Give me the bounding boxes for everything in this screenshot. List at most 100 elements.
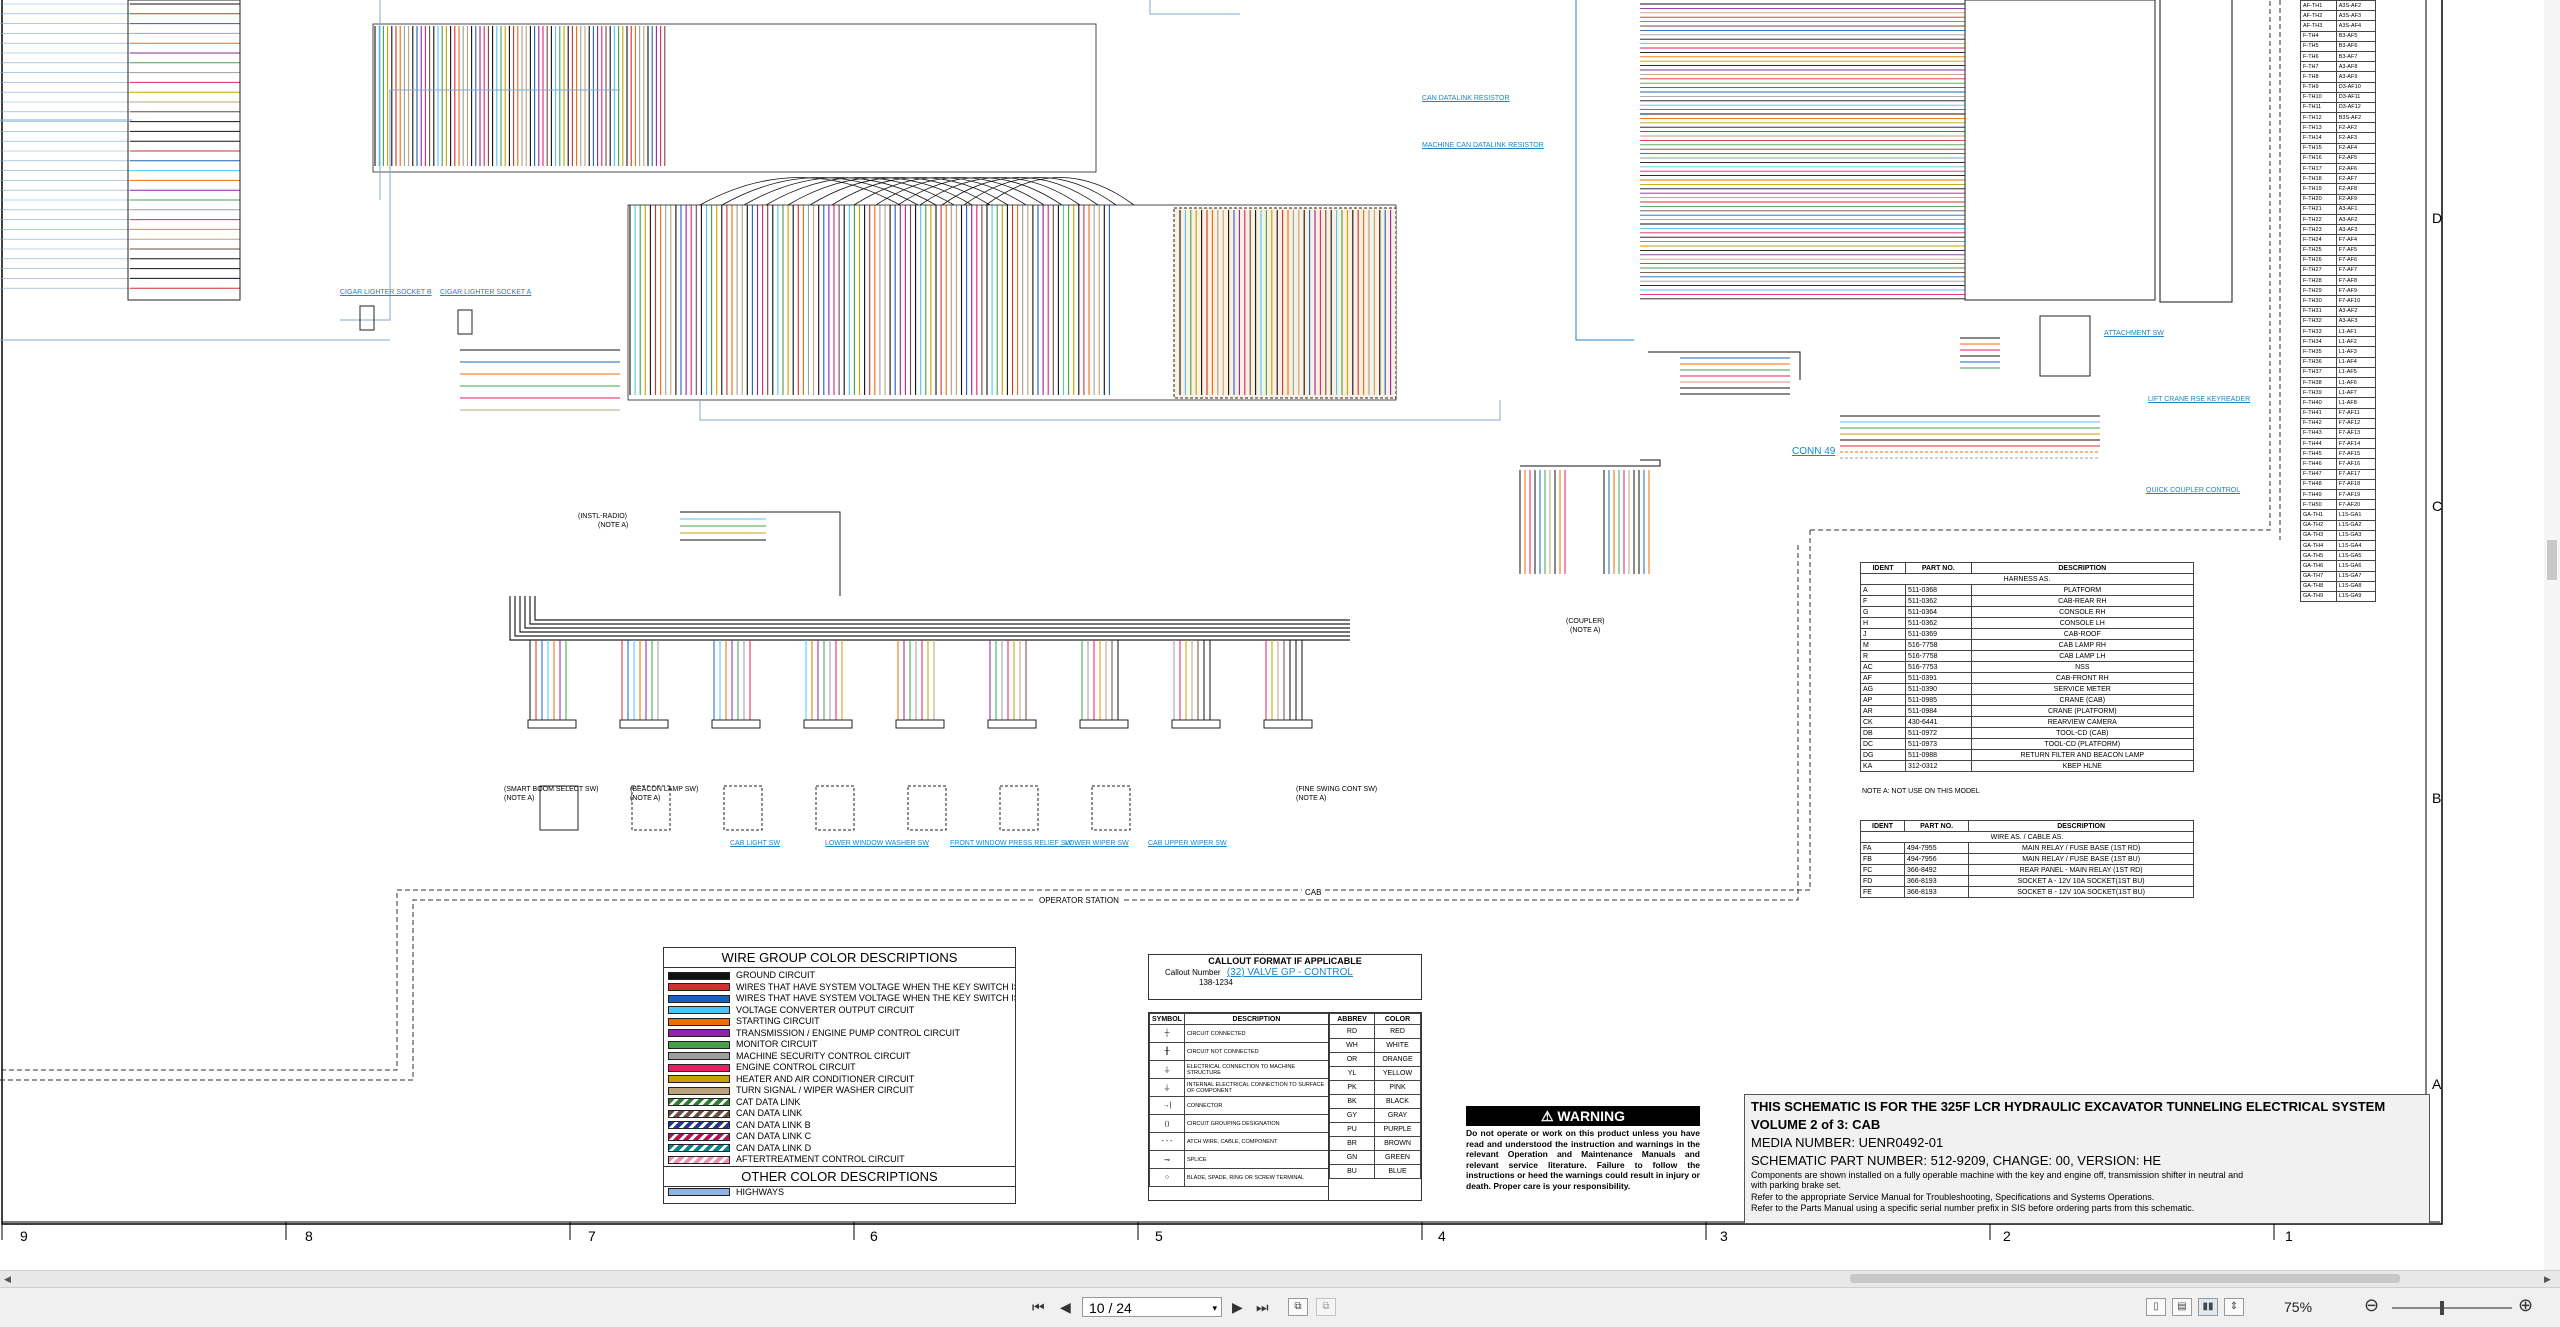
color-name: YELLOW [1373,1066,1422,1081]
zoom-in-button[interactable]: ⊕ [2518,1295,2533,1315]
symbol-row: ⏚ ELECTRICAL CONNECTION TO MACHINE STRUCT… [1149,1060,1330,1079]
index-cell: GA-TH6 [2300,560,2337,572]
index-cell: F-TH31 [2300,305,2337,317]
rotate-view-icon[interactable]: ⧉ [1288,1298,1308,1316]
continuous-view-icon[interactable]: ▤ [2172,1298,2192,1316]
index-cell: A3-AF2 [2335,213,2377,226]
index-row: F-TH20 F2-AF9 [2300,193,2377,205]
scroll-left-icon[interactable]: ◀ [4,1274,11,1285]
index-cell: GA-TH5 [2300,550,2337,562]
cab-light-sw-link[interactable]: CAB LIGHT SW [730,840,780,847]
harness-row: AP 511-0985 CRANE (CAB) [1860,694,2195,706]
cigar-lighter-b-link[interactable]: CIGAR LIGHTER SOCKET B [340,289,432,296]
harness-cell: 511-0364 [1904,606,1972,618]
index-row: F-TH22 A3-AF2 [2300,213,2377,226]
prev-page-button[interactable]: ◀ [1060,1297,1071,1317]
first-page-button[interactable]: ⏮ [1032,1297,1045,1317]
scroll-right-icon[interactable]: ▶ [2544,1274,2551,1285]
index-cell: F-TH39 [2300,387,2337,399]
index-row: F-TH9 D3-AF10 [2300,81,2377,93]
harness-cell: G [1860,606,1906,618]
page-select[interactable]: 10 / 24 ▾ [1082,1297,1222,1317]
wire [853,177,1027,206]
wire-group-swatch [668,1109,730,1118]
quick-coupler-link[interactable]: QUICK COUPLER CONTROL [2146,487,2240,494]
harness-cell: NSS [1970,661,2195,673]
wire-cell: MAIN RELAY / FUSE BASE (1ST RD) [1968,842,2194,854]
index-cell: F-TH46 [2300,458,2337,470]
keyreader-link[interactable]: LIFT CRANE RSE KEYREADER [2148,396,2250,403]
wire-group-swatch [668,1006,730,1015]
zone-number: 4 [1438,1228,1446,1244]
wire-group-row: MONITOR CIRCUIT [664,1039,1015,1051]
color-name: GREEN [1373,1150,1422,1165]
zoom-out-button[interactable]: ⊖ [2364,1295,2379,1315]
conn49-link[interactable]: CONN 49 [1792,446,1835,457]
color-abbrev-row: OR ORANGE [1329,1052,1422,1067]
two-page-view-icon[interactable]: ▮▮ [2198,1298,2218,1316]
rotate-view-2-icon[interactable]: ⧉ [1316,1298,1336,1316]
wire-group-swatch [668,1040,730,1049]
last-page-button[interactable]: ⏭ [1256,1297,1269,1317]
index-cell: F-TH38 [2300,376,2337,389]
index-row: F-TH37 L1-AF5 [2300,366,2377,378]
index-cell: GA-TH4 [2300,539,2337,552]
cigar-lighter-a-link[interactable]: CIGAR LIGHTER SOCKET A [440,289,531,296]
right-index-table: AF-TH1 A3S-AF2 AF-TH2 A3S-AF3 AF-TH3 A3S-AF4 F… [2300,0,2377,603]
index-row: F-TH11 D3-AF12 [2300,101,2377,114]
harness-cell: TOOL-CD (PLATFORM) [1970,738,2195,750]
index-row: F-TH29 F7-AF9 [2300,285,2377,297]
wire-group-row: WIRES THAT HAVE SYSTEM VOLTAGE WHEN THE … [664,982,1015,994]
index-cell: F-TH12 [2300,112,2337,124]
smart-boom-label: (SMART BOOM SELECT SW) [504,786,599,793]
harness-cell: 511-0985 [1904,694,1972,706]
color-abbrev: OR [1329,1052,1375,1067]
horizontal-scrollbar[interactable]: ◀ ▶ [0,1271,2560,1288]
single-page-view-icon[interactable]: ▯ [2146,1298,2166,1316]
zoom-level[interactable]: 75% [2284,1299,2312,1315]
fit-page-icon[interactable]: ⇕ [2224,1298,2244,1316]
next-page-button[interactable]: ▶ [1232,1297,1243,1317]
lower-window-washer-link[interactable]: LOWER WINDOW WASHER SW [825,840,929,847]
index-row: F-TH33 L1-AF1 [2300,325,2377,338]
other-color-label: HIGHWAYS [736,1186,785,1197]
wire-table: IDENT PART NO. DESCRIPTION WIRE AS. / CABLE… [1859,820,2194,898]
harness-cell: PLATFORM [1970,584,2195,596]
connector-block [127,0,241,301]
index-cell: GA-TH3 [2300,529,2337,541]
index-cell: F-TH26 [2300,254,2337,266]
abbrev-header: ABBREV [1329,1013,1375,1025]
harness-group-label: HARNESS AS. [1860,573,2194,585]
index-cell: L1S-GA2 [2335,519,2377,531]
front-window-press-link[interactable]: FRONT WINDOW PRESS RELIEF SW [950,840,1072,847]
harness-cell: CONSOLE LH [1970,617,2195,629]
zoom-slider[interactable] [2392,1301,2512,1315]
warning-header: ⚠ WARNING [1466,1106,1700,1126]
symbol-glyph-icon: ⏚ [1149,1060,1185,1079]
lower-wiper-sw-link[interactable]: LOWER WIPER SW [1065,840,1129,847]
harness-cell: DG [1860,749,1906,761]
index-row: F-TH42 F7-AF12 [2300,417,2377,429]
zoom-slider-handle[interactable] [2440,1301,2444,1315]
harness-cell: CONSOLE RH [1970,606,2195,618]
harness-cell: CAB LAMP RH [1970,639,2195,651]
harness-cell: AP [1860,694,1906,706]
index-cell: F2-AF5 [2335,152,2377,165]
wire-cell: SOCKET B - 12V 10A SOCKET(1ST BU) [1968,886,2194,898]
symbol-table-grid: SYMBOL DESCRIPTION ┼ CIRCUIT CONNECTED ╫ CIR… [1149,1013,1330,1187]
cab-upper-wiper-link[interactable]: CAB UPPER WIPER SW [1148,840,1227,847]
symbol-row: ⏚ INTERNAL ELECTRICAL CONNECTION TO SURFA… [1149,1078,1330,1097]
scrollbar-thumb[interactable] [1850,1274,2400,1283]
harness-row: DB 511-0972 TOOL-CD (CAB) [1860,727,2195,739]
index-cell: F7-AF16 [2335,458,2377,470]
index-row: GA-TH4 L1S-GA4 [2300,539,2377,552]
harness-cell: CAB-REAR RH [1970,595,2195,607]
can-datalink-resistor-link[interactable]: CAN DATALINK RESISTOR [1422,95,1510,102]
index-row: F-TH32 A3-AF3 [2300,315,2377,328]
harness-row: CK 430-6441 REARVIEW CAMERA [1860,716,2195,728]
wire-group-swatch [668,1075,730,1084]
index-cell: B3-AF6 [2335,40,2377,52]
attachment-sw-link[interactable]: ATTACHMENT SW [2104,330,2164,337]
symbol-glyph-icon: ⊸ [1149,1150,1185,1169]
machine-can-datalink-resistor-link[interactable]: MACHINE CAN DATALINK RESISTOR [1422,142,1544,149]
